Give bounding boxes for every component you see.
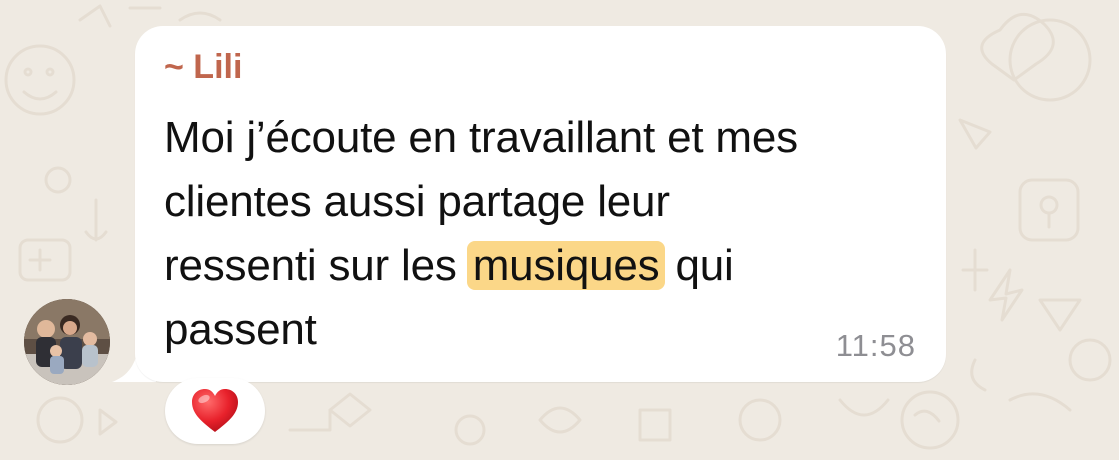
red-heart-icon xyxy=(192,389,238,432)
message-line: Moi j’écoute en travaillant et mes xyxy=(164,113,798,162)
message-text: Moi j’écoute en travaillant et mes clien… xyxy=(164,106,924,362)
message-bubble[interactable]: ~ Lili Moi j’écoute en travaillant et me… xyxy=(135,26,946,382)
search-highlight: musiques xyxy=(466,241,666,290)
message-line-text: ressenti sur les xyxy=(164,241,469,290)
message-timestamp: 11:58 xyxy=(835,328,916,363)
message-line: clientes aussi partage leur xyxy=(164,177,670,226)
reaction-pill[interactable] xyxy=(165,378,265,444)
sender-name[interactable]: ~ Lili xyxy=(164,50,242,84)
profile-photo xyxy=(24,299,110,385)
message-line: ressenti sur les musiques qui xyxy=(164,234,924,298)
message-line-text: qui xyxy=(663,241,734,290)
avatar[interactable] xyxy=(24,299,110,385)
message-line: passent xyxy=(164,305,317,354)
